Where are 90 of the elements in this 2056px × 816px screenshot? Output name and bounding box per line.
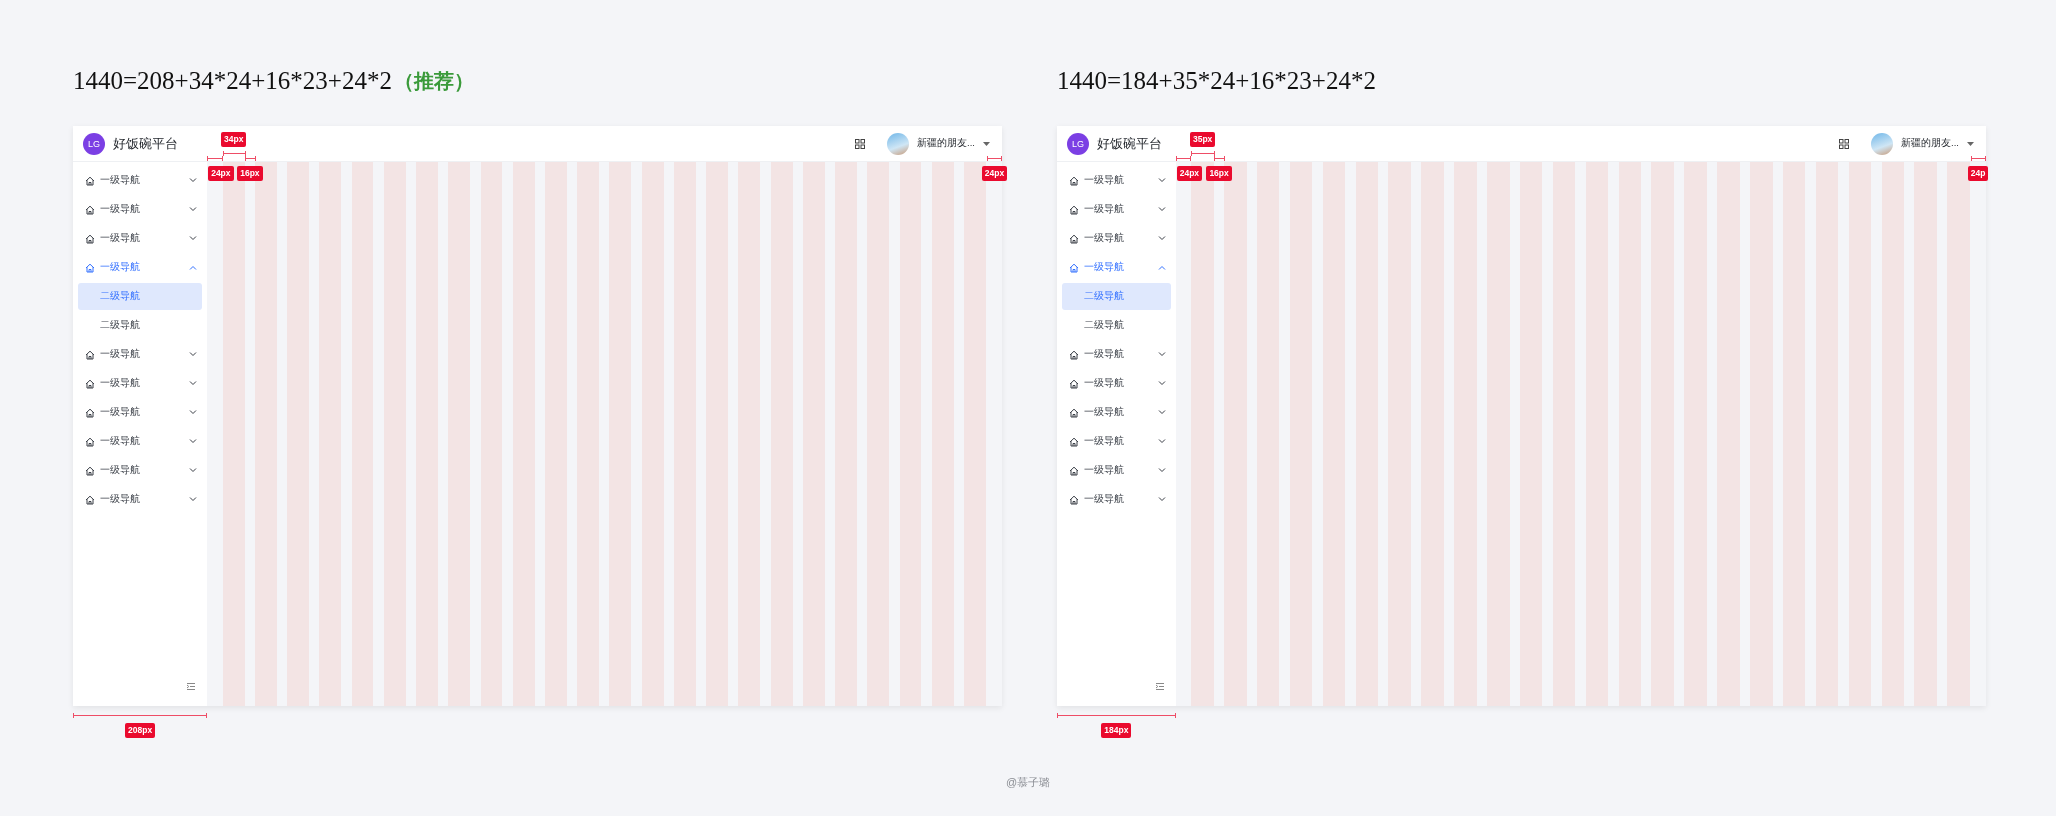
chevron-icon [1157, 497, 1166, 502]
nav-item[interactable]: 一级导航 [73, 195, 208, 224]
dimension-label: 184px [1101, 723, 1132, 738]
home-icon [85, 233, 95, 244]
home-icon [1069, 465, 1079, 476]
chevron-icon [1157, 381, 1166, 386]
chevron-icon [1157, 265, 1166, 270]
chevron-icon [189, 178, 198, 183]
dimension-label: 24p [1967, 166, 1989, 181]
dimension-label: 24px [208, 166, 234, 181]
user-name[interactable]: 新疆的朋友... [1901, 137, 1959, 150]
chevron-icon [189, 439, 198, 444]
home-icon [85, 204, 95, 215]
nav-item[interactable]: 一级导航 [1057, 166, 1176, 195]
logo-avatar: LG [83, 132, 105, 155]
layout-formula: 1440=208+34*24+16*23+24*2 [73, 67, 392, 95]
nav-item[interactable]: 一级导航 [73, 456, 208, 485]
chevron-icon [189, 410, 198, 415]
chevron-icon [1157, 468, 1166, 473]
home-icon [1069, 407, 1079, 418]
nav-item[interactable]: 一级导航 [73, 369, 208, 398]
chevron-icon [189, 352, 198, 357]
nav-item[interactable]: 一级导航 [1057, 485, 1176, 514]
nav-item[interactable]: 一级导航 [73, 253, 208, 282]
nav-item[interactable]: 一级导航 [1057, 456, 1176, 485]
nav-item[interactable]: 一级导航 [73, 166, 208, 195]
nav-item[interactable]: 一级导航 [1057, 369, 1176, 398]
home-icon [1069, 494, 1079, 505]
chevron-icon [1157, 207, 1166, 212]
chevron-icon [189, 236, 198, 241]
author-credit: @慕子璐 [1005, 775, 1051, 790]
platform-name: 好饭碗平台 [113, 134, 178, 153]
nav-item[interactable]: 一级导航 [1057, 398, 1176, 427]
subnav-item[interactable]: 二级导航 [1062, 283, 1171, 310]
dimension-label: 34px [221, 132, 247, 147]
home-icon [1069, 204, 1079, 215]
home-icon [85, 349, 95, 360]
home-icon [1069, 436, 1079, 447]
recommended-note: （推荐） [393, 67, 474, 95]
chevron-icon [189, 497, 198, 502]
logo-avatar: LG [1067, 132, 1089, 155]
dimension-label: 24px [981, 166, 1008, 181]
chevron-icon [1157, 439, 1166, 444]
home-icon [1069, 233, 1079, 244]
dimension-label: 35px [1189, 132, 1216, 147]
home-icon [1069, 262, 1079, 273]
nav-item[interactable]: 一级导航 [73, 340, 208, 369]
caret-icon[interactable] [1967, 141, 1974, 146]
home-icon [1069, 378, 1079, 389]
home-icon [85, 262, 95, 273]
grid-icon[interactable] [855, 138, 866, 149]
nav-item[interactable]: 一级导航 [1057, 340, 1176, 369]
home-icon [85, 175, 95, 186]
dimension-label: 24px [1176, 166, 1203, 181]
nav-item[interactable]: 一级导航 [73, 427, 208, 456]
collapse-icon[interactable] [1155, 683, 1164, 690]
home-icon [85, 465, 95, 476]
nav-item[interactable]: 一级导航 [73, 398, 208, 427]
home-icon [85, 407, 95, 418]
nav-item[interactable]: 一级导航 [73, 224, 208, 253]
chevron-icon [1157, 178, 1166, 183]
dimension-label: 208px [125, 723, 156, 738]
chevron-icon [189, 207, 198, 212]
chevron-icon [1157, 410, 1166, 415]
grid-icon[interactable] [1839, 138, 1850, 149]
nav-item[interactable]: 一级导航 [73, 485, 208, 514]
subnav-item[interactable]: 二级导航 [78, 312, 203, 339]
chevron-icon [1157, 236, 1166, 241]
platform-name: 好饭碗平台 [1097, 134, 1162, 153]
layout-formula: 1440=184+35*24+16*23+24*2 [1057, 67, 1376, 95]
chevron-icon [189, 265, 198, 270]
home-icon [1069, 349, 1079, 360]
home-icon [85, 436, 95, 447]
subnav-item[interactable]: 二级导航 [78, 283, 203, 310]
home-icon [85, 494, 95, 505]
home-icon [85, 378, 95, 389]
home-icon [1069, 175, 1079, 186]
user-name[interactable]: 新疆的朋友... [917, 137, 975, 150]
caret-icon[interactable] [983, 141, 990, 146]
dimension-label: 16px [237, 166, 263, 181]
nav-item[interactable]: 一级导航 [1057, 427, 1176, 456]
chevron-icon [189, 381, 198, 386]
collapse-icon[interactable] [187, 683, 196, 690]
subnav-item[interactable]: 二级导航 [1062, 312, 1171, 339]
chevron-icon [189, 468, 198, 473]
nav-item[interactable]: 一级导航 [1057, 195, 1176, 224]
dimension-label: 16px [1206, 166, 1232, 181]
nav-item[interactable]: 一级导航 [1057, 253, 1176, 282]
nav-item[interactable]: 一级导航 [1057, 224, 1176, 253]
chevron-icon [1157, 352, 1166, 357]
